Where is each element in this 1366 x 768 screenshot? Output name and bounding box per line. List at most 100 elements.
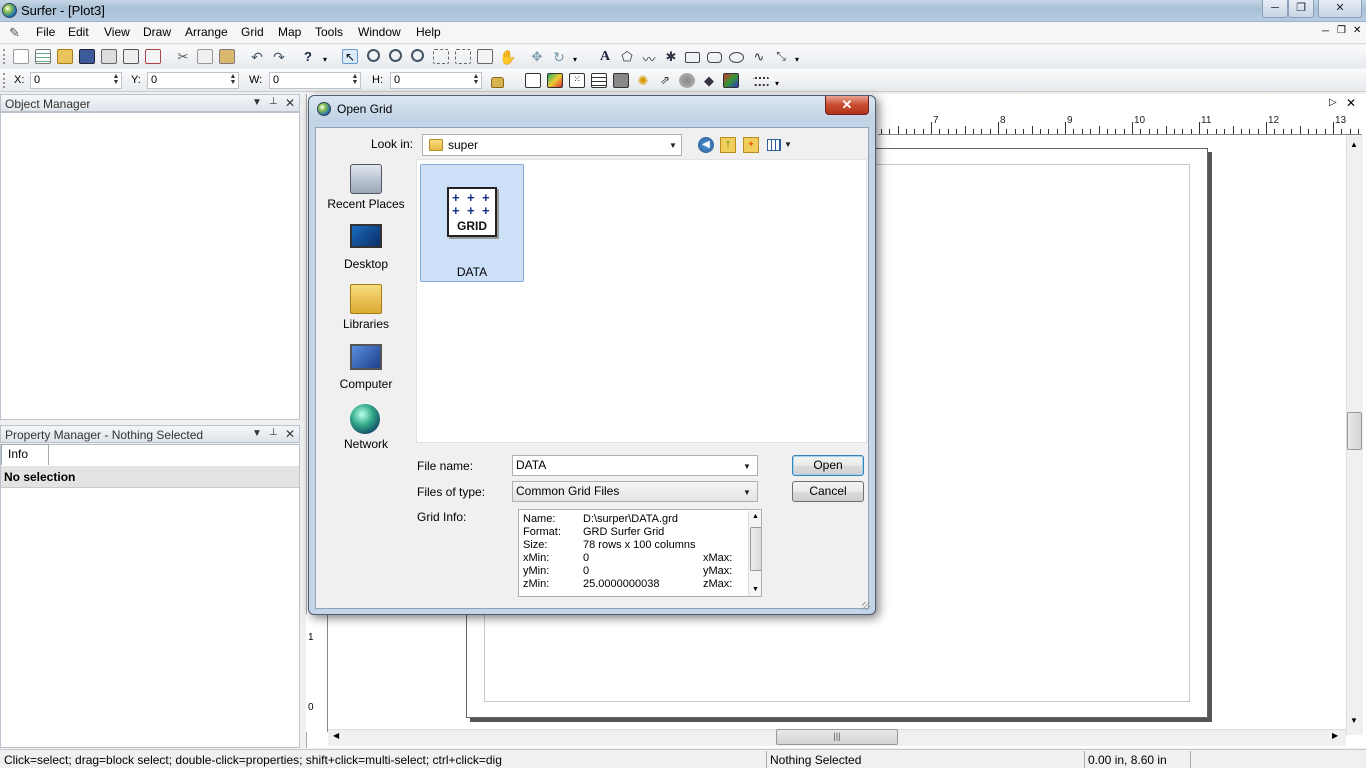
zoom-in-icon[interactable] bbox=[367, 49, 380, 62]
back-icon[interactable]: ◀ bbox=[698, 137, 714, 153]
w-spinner-icon[interactable]: ▲ ▼ bbox=[351, 73, 359, 87]
chevron-down-icon[interactable]: ▼ bbox=[743, 488, 751, 497]
menu-file[interactable]: File bbox=[36, 25, 55, 39]
vector-map-icon[interactable]: ⇗ bbox=[657, 73, 673, 88]
scale-bar-icon[interactable] bbox=[753, 77, 769, 86]
polygon-tool-icon[interactable]: ⬠ bbox=[619, 49, 635, 64]
cancel-button[interactable]: Cancel bbox=[792, 481, 864, 502]
place-recent-places[interactable]: Recent Places bbox=[320, 164, 412, 224]
new-folder-icon[interactable]: ✦ bbox=[743, 137, 759, 153]
image-map-icon[interactable] bbox=[613, 73, 629, 88]
copy-icon[interactable] bbox=[197, 49, 213, 64]
close-panel-icon[interactable]: ✕ bbox=[285, 96, 295, 110]
view-menu-icon[interactable] bbox=[767, 139, 781, 151]
view-dropdown-icon[interactable]: ▼ bbox=[784, 140, 792, 149]
classed-post-icon[interactable] bbox=[591, 73, 607, 88]
open-icon[interactable] bbox=[57, 49, 73, 64]
h-spinner-icon[interactable]: ▲ ▼ bbox=[472, 73, 480, 87]
vertical-scroll-thumb[interactable] bbox=[1347, 412, 1362, 450]
rectangle-tool-icon[interactable] bbox=[685, 52, 700, 63]
lock-icon[interactable] bbox=[491, 77, 504, 88]
menu-grid[interactable]: Grid bbox=[241, 25, 264, 39]
place-libraries[interactable]: Libraries bbox=[320, 284, 412, 344]
rotate-icon[interactable]: ↻ bbox=[551, 49, 567, 65]
zoom-rect-icon[interactable] bbox=[411, 49, 424, 62]
spline-tool-icon[interactable]: ∿ bbox=[751, 49, 767, 64]
contour-map-icon[interactable] bbox=[547, 73, 563, 88]
context-help-icon[interactable]: ? bbox=[300, 49, 316, 64]
mdi-restore-icon[interactable]: ❐ bbox=[1337, 25, 1346, 36]
menu-window[interactable]: Window bbox=[358, 25, 401, 39]
h-field[interactable]: 0 ▲ ▼ bbox=[390, 72, 482, 89]
close-window-button[interactable]: ✕ bbox=[1318, 0, 1362, 18]
grid-info-box[interactable]: Name: D:\surper\DATA.grd Format: GRD Sur… bbox=[518, 509, 762, 597]
close-panel-icon-2[interactable]: ✕ bbox=[285, 427, 295, 441]
pin-icon[interactable]: ⊥ bbox=[269, 96, 278, 107]
new-worksheet-icon[interactable] bbox=[35, 49, 51, 64]
toolbar-overflow-icon[interactable]: ▾ bbox=[323, 55, 331, 70]
open-button[interactable]: Open bbox=[792, 455, 864, 476]
x-spinner-icon[interactable]: ▲ ▼ bbox=[112, 73, 120, 87]
toolbar-overflow-2-icon[interactable]: ▾ bbox=[573, 55, 581, 70]
post-map-icon[interactable]: ⁙ bbox=[569, 73, 585, 88]
text-tool-icon[interactable]: A bbox=[597, 49, 613, 64]
cut-icon[interactable]: ✂ bbox=[175, 49, 191, 64]
zoom-page-icon[interactable] bbox=[477, 49, 493, 64]
redo-icon[interactable]: ↷ bbox=[271, 49, 287, 65]
rounded-rect-tool-icon[interactable] bbox=[707, 52, 722, 63]
close-document-icon[interactable]: ✕ bbox=[1346, 96, 1356, 110]
file-item-data[interactable]: + + + + + + GRID DATA bbox=[420, 164, 524, 282]
tab-scroll-right-icon[interactable]: ▷ bbox=[1329, 97, 1337, 108]
paste-icon[interactable] bbox=[219, 49, 235, 64]
menu-tools[interactable]: Tools bbox=[315, 25, 343, 39]
w-field[interactable]: 0 ▲ ▼ bbox=[269, 72, 361, 89]
resize-grip-icon[interactable] bbox=[862, 602, 870, 610]
look-in-combo[interactable]: super ▼ bbox=[422, 134, 682, 156]
gi-scroll-up-icon[interactable]: ▲ bbox=[752, 513, 759, 520]
y-field[interactable]: 0 ▲ ▼ bbox=[147, 72, 239, 89]
place-computer[interactable]: Computer bbox=[320, 344, 412, 404]
chevron-down-icon[interactable]: ▼ bbox=[743, 462, 751, 471]
polyline-tool-icon[interactable]: 〰 bbox=[641, 49, 657, 67]
tab-info[interactable]: Info bbox=[1, 444, 49, 465]
gi-scroll-thumb[interactable] bbox=[750, 527, 761, 571]
maximize-button[interactable]: ❐ bbox=[1288, 0, 1314, 18]
scroll-up-icon[interactable]: ▲ bbox=[1350, 140, 1358, 149]
trackball-icon[interactable]: ✥ bbox=[529, 49, 545, 64]
print-preview-icon[interactable] bbox=[123, 49, 139, 64]
object-manager-tree[interactable] bbox=[0, 112, 300, 420]
file-name-input[interactable]: DATA ▼ bbox=[512, 455, 758, 476]
menu-arrange[interactable]: Arrange bbox=[185, 25, 228, 39]
symbol-tool-icon[interactable]: ✱ bbox=[663, 49, 679, 64]
zoom-selected-icon[interactable] bbox=[455, 49, 471, 64]
menu-draw[interactable]: Draw bbox=[143, 25, 171, 39]
color-relief-icon[interactable] bbox=[723, 73, 739, 88]
toolbar-overflow-3-icon[interactable]: ▾ bbox=[795, 55, 803, 70]
menu-edit[interactable]: Edit bbox=[68, 25, 89, 39]
wireframe-icon[interactable] bbox=[679, 73, 695, 88]
print-icon[interactable] bbox=[101, 49, 117, 64]
zoom-full-icon[interactable] bbox=[433, 49, 449, 64]
export-icon[interactable] bbox=[145, 49, 161, 64]
pan-hand-icon[interactable]: ✋ bbox=[499, 49, 516, 65]
panel-menu-icon-2[interactable]: ▼ bbox=[252, 428, 262, 439]
gi-scroll-down-icon[interactable]: ▼ bbox=[752, 586, 759, 593]
reshape-tool-icon[interactable]: ⤡ bbox=[773, 49, 789, 64]
menu-view[interactable]: View bbox=[104, 25, 130, 39]
up-folder-icon[interactable]: ↑ bbox=[720, 137, 736, 153]
ellipse-tool-icon[interactable] bbox=[729, 52, 744, 63]
mdi-minimize-icon[interactable]: ─ bbox=[1322, 26, 1329, 37]
panel-menu-icon[interactable]: ▼ bbox=[252, 97, 262, 108]
shaded-relief-icon[interactable]: ✺ bbox=[635, 73, 651, 88]
menu-map[interactable]: Map bbox=[278, 25, 301, 39]
files-of-type-select[interactable]: Common Grid Files ▼ bbox=[512, 481, 758, 502]
surface-map-icon[interactable]: ◆ bbox=[701, 73, 717, 88]
place-network[interactable]: Network bbox=[320, 404, 412, 464]
minimize-button[interactable]: ─ bbox=[1262, 0, 1288, 18]
pin-icon-2[interactable]: ⊥ bbox=[269, 427, 278, 438]
mdi-close-icon[interactable]: ✕ bbox=[1353, 25, 1361, 36]
select-arrow-icon[interactable]: ↖ bbox=[342, 49, 358, 64]
scroll-right-icon[interactable]: ▶ bbox=[1332, 731, 1338, 740]
save-icon[interactable] bbox=[79, 49, 95, 64]
toolbar-overflow-4-icon[interactable]: ▾ bbox=[775, 79, 783, 94]
